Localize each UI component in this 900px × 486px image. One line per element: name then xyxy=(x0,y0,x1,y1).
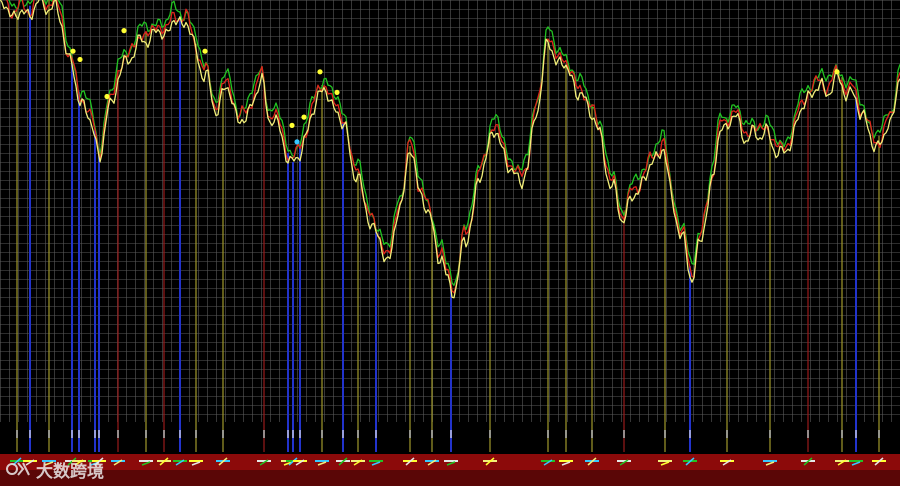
signal-marker xyxy=(334,89,340,95)
signal-marker xyxy=(121,28,127,34)
signal-marker xyxy=(202,48,208,54)
signal-marker xyxy=(294,139,300,145)
bottom-signal-band xyxy=(0,454,900,486)
signal-marker xyxy=(301,114,307,120)
signal-marker xyxy=(77,56,83,63)
bottom-band-lower xyxy=(0,470,900,486)
signal-marker xyxy=(70,48,76,54)
signal-marker xyxy=(834,69,840,75)
signal-marker xyxy=(317,69,323,75)
signal-marker xyxy=(104,93,110,100)
indicator-chart xyxy=(0,0,900,486)
signal-marker xyxy=(289,122,295,128)
